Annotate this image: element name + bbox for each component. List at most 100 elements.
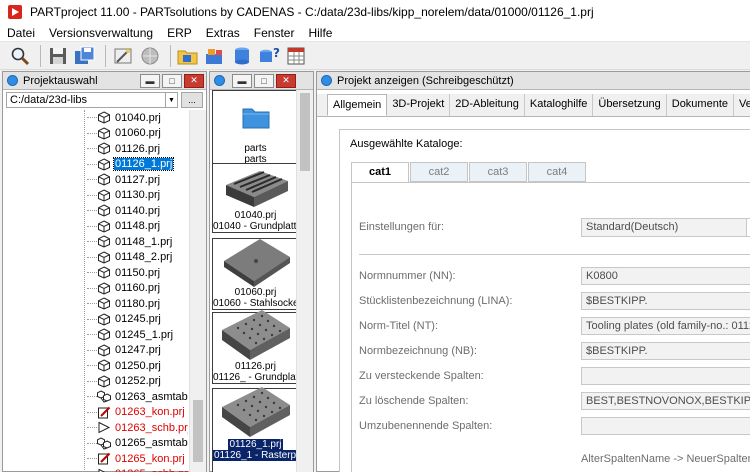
tree-item[interactable]: 01060.prj <box>87 126 162 141</box>
tree-item[interactable]: 01250.prj <box>87 358 162 373</box>
field-value[interactable]: Tooling plates (old family-no.: 01126) <box>581 317 750 335</box>
tree-item[interactable]: 01130.prj <box>87 188 161 203</box>
menu-datei[interactable]: Datei <box>0 26 42 40</box>
field-value[interactable]: $BESTKIPP. <box>581 342 750 360</box>
toolbar-separator <box>170 44 171 67</box>
thumbnail-scrollbar[interactable] <box>296 90 313 472</box>
field-value[interactable]: K0800 <box>581 267 750 285</box>
menu-bar: Datei Versionsverwaltung ERP Extras Fens… <box>0 24 750 42</box>
tree-item[interactable]: 01148_1.prj <box>87 234 173 249</box>
tab-kataloghilfe[interactable]: Kataloghilfe <box>525 94 594 116</box>
tab-dokumente[interactable]: Dokumente <box>667 94 735 116</box>
tree-item[interactable]: 01245_1.prj <box>87 327 174 342</box>
maximize-button[interactable]: □ <box>254 73 274 88</box>
field-label: Zu löschende Spalten: <box>359 395 469 407</box>
field-label: Normnummer (NN): <box>359 270 456 282</box>
menu-extras[interactable]: Extras <box>199 26 247 40</box>
tree-item-label: 01263_schb.prj <box>115 421 188 434</box>
field-label: Normbezeichnung (NB): <box>359 345 477 357</box>
thumbnail-item[interactable]: 01060.prj 01060 - Stahlsockel <box>212 238 299 310</box>
tree-item[interactable]: 01040.prj <box>87 110 162 125</box>
tree-item[interactable]: 01148_2.prj <box>87 250 173 265</box>
path-input[interactable]: C:/data/23d-libs <box>6 92 166 108</box>
tab-allgemein[interactable]: Allgemein <box>327 94 388 116</box>
table-icon[interactable] <box>284 44 308 68</box>
thumbnail-description: 01126_1 - Rasterpla... <box>213 450 298 461</box>
project-tree-scroll-thumb[interactable] <box>193 400 203 462</box>
part-preview-image <box>213 164 298 210</box>
tree-item[interactable]: 01148.prj <box>87 219 161 234</box>
catalog-folder-icon[interactable] <box>176 44 200 68</box>
tree-item[interactable]: 01263_kon.prj <box>87 405 186 420</box>
tree-item[interactable]: 01263_schb.prj <box>87 420 188 435</box>
tree-item-label: 01265_kon.prj <box>115 452 185 465</box>
catalog-tab-cat3[interactable]: cat3 <box>469 162 527 182</box>
thumbnail-item[interactable]: 01126_1.prj01126_1 - Rasterpla... <box>212 387 299 472</box>
tree-item[interactable]: 01126.prj <box>87 141 161 156</box>
chevron-down-icon: ▼ <box>168 96 175 104</box>
toolbar-separator <box>40 44 41 67</box>
wizard-icon[interactable] <box>111 44 135 68</box>
tree-item[interactable]: 01245.prj <box>87 312 162 327</box>
globe-icon[interactable] <box>138 44 162 68</box>
tree-item[interactable]: 01263_asmtab.prj <box>87 389 188 404</box>
construct-icon <box>97 452 111 465</box>
tree-item[interactable]: 01265_kon.prj <box>87 451 186 466</box>
menu-hilfe[interactable]: Hilfe <box>301 26 339 40</box>
minimize-button[interactable]: ▬ <box>232 73 252 88</box>
tree-item[interactable]: 01160.prj <box>87 281 161 296</box>
minimize-button[interactable]: ▬ <box>140 73 160 88</box>
tree-connector <box>87 365 97 366</box>
maximize-button[interactable]: □ <box>162 73 182 88</box>
tree-item[interactable]: 01252.prj <box>87 374 162 389</box>
tab-verlauf[interactable]: Verlauf <box>734 94 750 116</box>
tree-item[interactable]: 01265_schb.prj <box>87 467 188 472</box>
close-button[interactable]: ✕ <box>276 73 296 88</box>
thumbnail-scroll-thumb[interactable] <box>300 93 310 171</box>
tree-item[interactable]: 01180.prj <box>87 296 161 311</box>
close-button[interactable]: ✕ <box>184 73 204 88</box>
catalog-tab-cat4[interactable]: cat4 <box>528 162 586 182</box>
detail-tabs: Allgemein 3D-Projekt 2D-Ableitung Kataloghi… <box>317 94 750 117</box>
path-combo: C:/data/23d-libs ▼ ... <box>6 92 203 108</box>
tree-item-label: 01250.prj <box>115 359 161 372</box>
menu-versionsverwaltung[interactable]: Versionsverwaltung <box>42 26 160 40</box>
field-value[interactable] <box>581 367 750 385</box>
thumbnail-filename-text: 01040.prj <box>234 210 277 221</box>
catalog-tab-cat1[interactable]: cat1 <box>351 162 409 183</box>
tab--bersetzung[interactable]: Übersetzung <box>593 94 667 116</box>
tree-item[interactable]: 01140.prj <box>87 203 161 218</box>
part-icon <box>97 328 111 341</box>
browse-button[interactable]: ... <box>181 92 203 108</box>
help-database-icon[interactable]: ? <box>257 44 281 68</box>
settings-select[interactable]: Standard(Deutsch) ▼ <box>581 218 750 237</box>
detail-panel-header: Projekt anzeigen (Schreibgeschützt) <box>317 72 750 90</box>
menu-erp[interactable]: ERP <box>160 26 199 40</box>
tree-item[interactable]: 01127.prj <box>87 172 161 187</box>
thumbnail-item[interactable]: 01126.prj 01126_ - Grundplat... <box>212 310 299 384</box>
thumbnail-filename-text: 01126.prj <box>235 361 276 372</box>
catalog-tab-cat2[interactable]: cat2 <box>410 162 468 182</box>
thumbnail-item[interactable]: 01040.prj 01040 - Grundplatt... <box>212 163 299 233</box>
tab-3d-projekt[interactable]: 3D-Projekt <box>387 94 451 116</box>
field-value[interactable]: BEST,BESTNOVONOX,BESTKIPPUSA <box>581 392 750 410</box>
catalog-tool-icon[interactable] <box>203 44 227 68</box>
tree-connector <box>87 179 97 180</box>
magnifier-icon[interactable] <box>8 44 32 68</box>
save-icon[interactable] <box>46 44 70 68</box>
tab-2d-ableitung[interactable]: 2D-Ableitung <box>450 94 525 116</box>
field-value[interactable] <box>581 417 750 435</box>
tree-item[interactable]: 01265_asmtab.prj <box>87 436 188 451</box>
database-icon[interactable] <box>230 44 254 68</box>
menu-fenster[interactable]: Fenster <box>247 26 302 40</box>
save-all-icon[interactable] <box>73 44 97 68</box>
project-tree-scrollbar[interactable] <box>189 110 206 472</box>
field-value[interactable]: $BESTKIPP. <box>581 292 750 310</box>
tree-item[interactable]: 01150.prj <box>87 265 161 280</box>
thumbnail-item[interactable]: parts parts <box>212 90 299 166</box>
chevron-down-icon[interactable]: ▼ <box>746 219 750 236</box>
tree-item[interactable]: 01247.prj <box>87 343 162 358</box>
tree-item-label: 01263_asmtab.prj <box>115 390 188 403</box>
tree-item[interactable]: 01126_1.prj <box>87 157 175 172</box>
path-dropdown-button[interactable]: ▼ <box>166 92 178 108</box>
